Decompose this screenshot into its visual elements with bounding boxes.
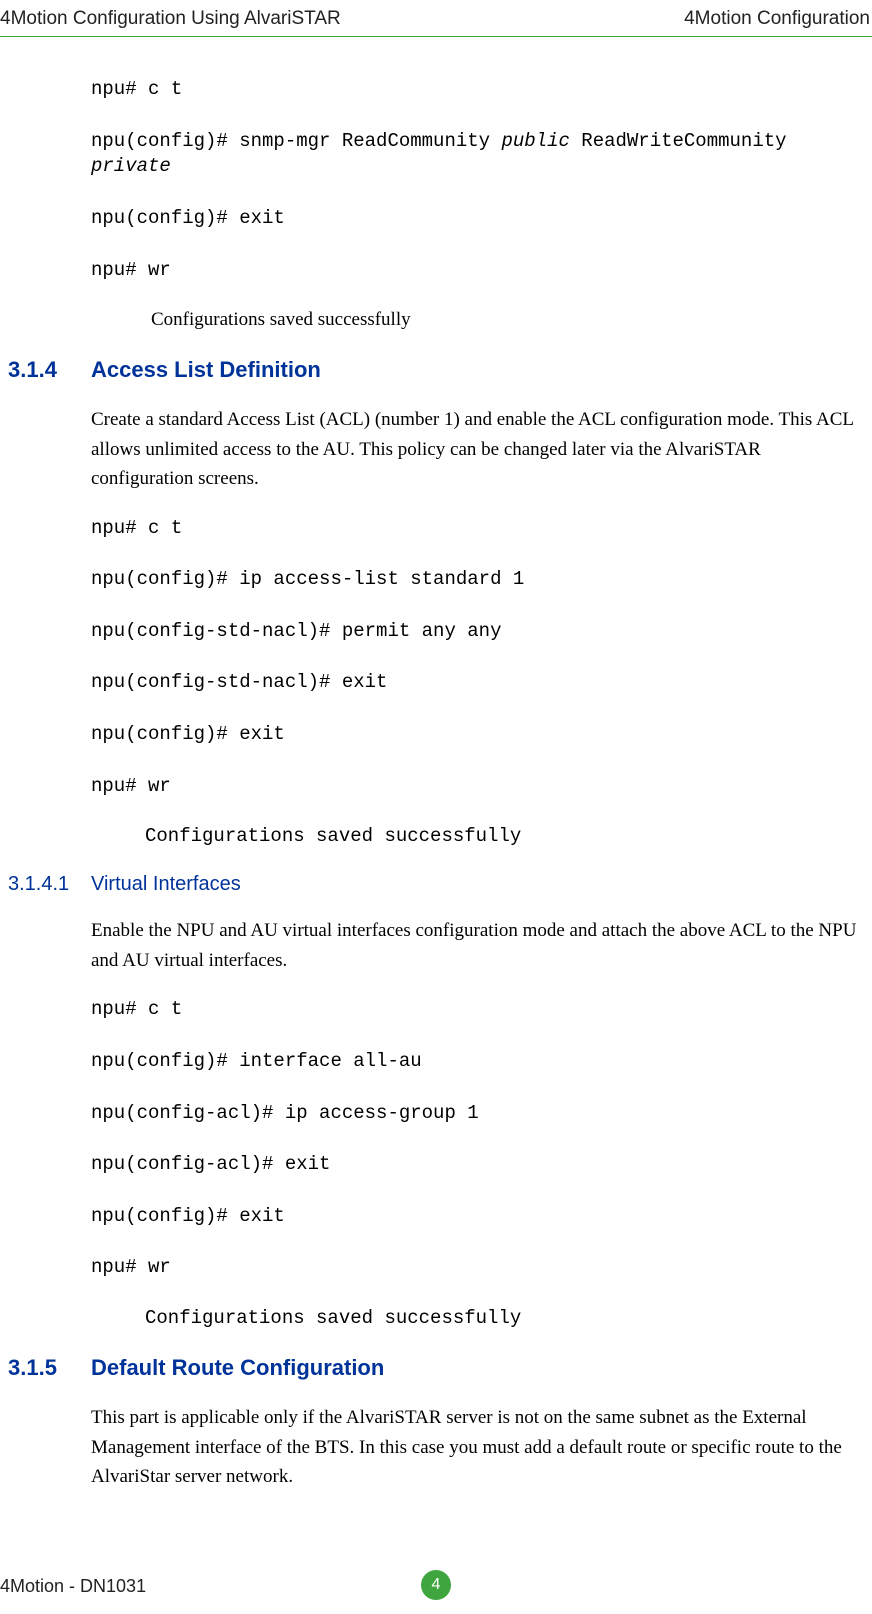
code-text: npu(config)# snmp-mgr ReadCommunity <box>91 130 501 152</box>
body-paragraph: Enable the NPU and AU virtual interfaces… <box>91 916 864 975</box>
code-line: npu(config)# exit <box>91 722 864 748</box>
code-line: npu# c t <box>91 516 864 542</box>
code-line: npu(config)# exit <box>91 1204 864 1230</box>
code-block-1: npu# c t npu(config)# snmp-mgr ReadCommu… <box>91 77 864 331</box>
code-line: npu(config-std-nacl)# permit any any <box>91 619 864 645</box>
header-left: 4Motion Configuration Using AlvariSTAR <box>0 8 341 30</box>
section-314-body: Create a standard Access List (ACL) (num… <box>91 405 864 847</box>
subsection-3141-body: Enable the NPU and AU virtual interfaces… <box>91 916 864 1329</box>
code-line: npu(config)# ip access-list standard 1 <box>91 567 864 593</box>
code-line: npu(config-acl)# exit <box>91 1152 864 1178</box>
body-paragraph: This part is applicable only if the Alva… <box>91 1403 864 1491</box>
section-number: 3.1.4 <box>8 357 91 383</box>
code-line: npu(config-acl)# ip access-group 1 <box>91 1101 864 1127</box>
code-italic: private <box>91 155 171 177</box>
code-line: npu# wr <box>91 258 864 284</box>
output-line: Configurations saved successfully <box>151 309 864 331</box>
section-315-body: This part is applicable only if the Alva… <box>91 1403 864 1491</box>
header-rule <box>0 36 872 37</box>
output-line: Configurations saved successfully <box>145 825 864 847</box>
page-header: 4Motion Configuration Using AlvariSTAR 4… <box>0 0 872 36</box>
code-text: ReadWriteCommunity <box>570 130 787 152</box>
code-line: npu(config)# snmp-mgr ReadCommunity publ… <box>91 129 864 180</box>
body-paragraph: Create a standard Access List (ACL) (num… <box>91 405 864 493</box>
code-line: npu(config)# exit <box>91 206 864 232</box>
code-line: npu# wr <box>91 774 864 800</box>
page-number-badge: 4 <box>421 1570 451 1600</box>
output-line: Configurations saved successfully <box>145 1307 864 1329</box>
section-315: 3.1.5 Default Route Configuration <box>8 1355 864 1381</box>
code-line: npu(config)# interface all-au <box>91 1049 864 1075</box>
header-right: 4Motion Configuration <box>684 8 870 30</box>
section-title: Access List Definition <box>91 357 321 383</box>
subsection-title: Virtual Interfaces <box>91 873 241 896</box>
section-title: Default Route Configuration <box>91 1355 384 1381</box>
section-number: 3.1.5 <box>8 1355 91 1381</box>
subsection-3141: 3.1.4.1 Virtual Interfaces <box>8 873 864 896</box>
subsection-number: 3.1.4.1 <box>8 873 91 896</box>
code-line: npu# c t <box>91 997 864 1023</box>
code-line: npu# c t <box>91 77 864 103</box>
code-line: npu# wr <box>91 1255 864 1281</box>
code-italic: public <box>501 130 569 152</box>
code-line: npu(config-std-nacl)# exit <box>91 670 864 696</box>
page-content: npu# c t npu(config)# snmp-mgr ReadCommu… <box>0 77 872 1491</box>
section-314: 3.1.4 Access List Definition <box>8 357 864 383</box>
footer-doc-id: 4Motion - DN1031 <box>0 1576 146 1597</box>
